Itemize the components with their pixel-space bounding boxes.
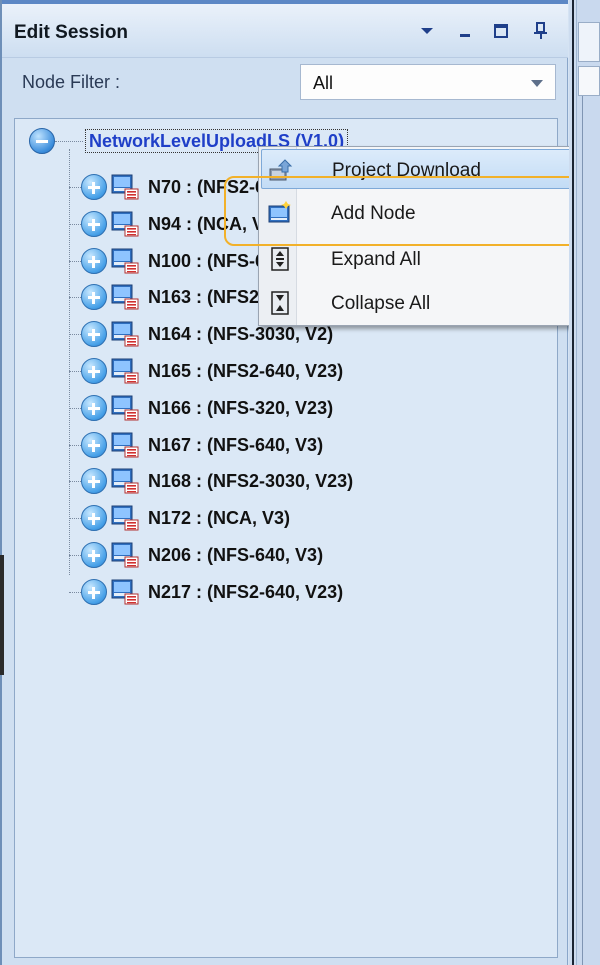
panel-node-icon [111, 211, 139, 237]
expand-all-icon [267, 246, 293, 272]
menu-item-collapse-all[interactable]: Collapse All [261, 283, 595, 323]
panel-node-icon [111, 505, 139, 531]
expand-node-button[interactable] [81, 542, 107, 568]
menu-item-label: Collapse All [331, 293, 431, 314]
tree-node-label[interactable]: N166 : (NFS-320, V23) [148, 398, 333, 419]
adjacent-pane-tab[interactable] [578, 22, 600, 62]
adjacent-pane-header [578, 66, 600, 96]
node-filter-label: Node Filter : [22, 72, 121, 92]
adjacent-pane-edge [569, 0, 600, 965]
expand-node-button[interactable] [81, 211, 107, 237]
chevron-down-icon [531, 80, 543, 87]
expand-node-button[interactable] [81, 468, 107, 494]
tree-node-label[interactable]: N172 : (NCA, V3) [148, 508, 290, 529]
menu-item-label: Expand All [331, 249, 421, 270]
expand-node-button[interactable] [81, 432, 107, 458]
menu-item-expand-all[interactable]: Expand All [261, 239, 595, 279]
panel-node-icon [111, 358, 139, 384]
node-filter-select[interactable]: All [300, 64, 556, 100]
tree-node-label[interactable]: N217 : (NFS2-640, V23) [148, 582, 343, 603]
expand-node-button[interactable] [81, 579, 107, 605]
window-edge-marker [0, 555, 4, 675]
add-node-icon [267, 200, 293, 226]
panel-node-icon [111, 395, 139, 421]
minimize-icon[interactable] [452, 18, 478, 44]
menu-item-label: Project Download [332, 160, 481, 181]
panel-node-icon [111, 579, 139, 605]
expand-node-button[interactable] [81, 321, 107, 347]
panel-node-icon [111, 248, 139, 274]
expand-node-button[interactable] [81, 284, 107, 310]
expand-node-button[interactable] [81, 358, 107, 384]
panel-node-icon [111, 468, 139, 494]
node-filter-value: All [313, 73, 334, 93]
context-menu: Project Download Add Node Expand All Col… [258, 146, 598, 326]
maximize-icon[interactable] [488, 18, 514, 44]
panel-title: Edit Session [14, 22, 129, 43]
panel-left-border [0, 0, 2, 965]
panel-node-icon [111, 284, 139, 310]
expand-node-button[interactable] [81, 505, 107, 531]
tree-node-label[interactable]: N165 : (NFS2-640, V23) [148, 361, 343, 382]
node-filter-row: Node Filter : All [2, 58, 568, 120]
panel-title-bar: Edit Session [2, 4, 568, 58]
menu-item-add-node[interactable]: Add Node [261, 193, 595, 233]
panel-node-icon [111, 542, 139, 568]
collapse-root-button[interactable] [29, 128, 55, 154]
download-icon [268, 157, 294, 183]
collapse-all-icon [267, 290, 293, 316]
tree-node-label[interactable]: N168 : (NFS2-3030, V23) [148, 471, 353, 492]
tree-node-label[interactable]: N167 : (NFS-640, V3) [148, 435, 323, 456]
menu-item-project-download[interactable]: Project Download [261, 149, 595, 189]
panel-node-icon [111, 174, 139, 200]
expand-node-button[interactable] [81, 248, 107, 274]
expand-node-button[interactable] [81, 174, 107, 200]
pin-icon[interactable] [528, 18, 554, 44]
panel-node-icon [111, 432, 139, 458]
tree-node-label[interactable]: N164 : (NFS-3030, V2) [148, 324, 333, 345]
edit-session-panel: Edit Session Node Filter : All NetworkLe… [0, 0, 568, 965]
panel-menu-dropdown-icon[interactable] [414, 18, 440, 44]
menu-item-label: Add Node [331, 203, 416, 224]
panel-node-icon [111, 321, 139, 347]
tree-node-label[interactable]: N206 : (NFS-640, V3) [148, 545, 323, 566]
expand-node-button[interactable] [81, 395, 107, 421]
tree-connector-line [69, 149, 70, 575]
